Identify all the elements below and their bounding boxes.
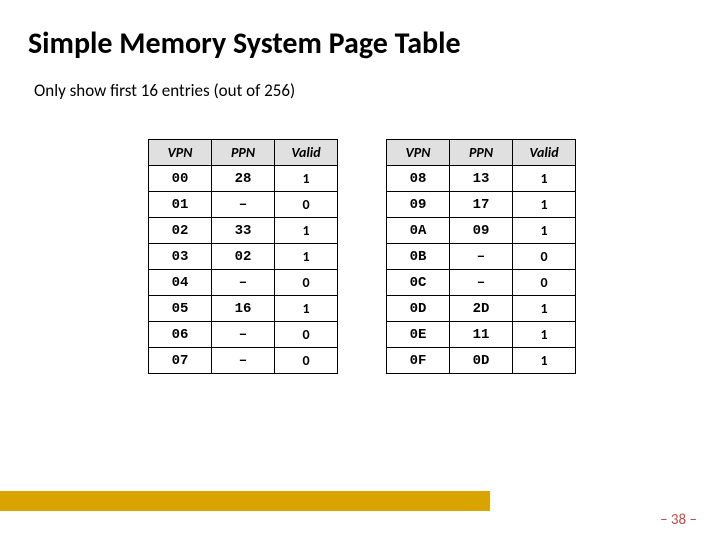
cell-valid: 0 <box>513 270 576 296</box>
table-row: 00 28 1 <box>149 166 338 192</box>
col-valid: Valid <box>513 140 576 166</box>
cell-valid: 1 <box>513 348 576 374</box>
table-row: 02 33 1 <box>149 218 338 244</box>
cell-vpn: 0B <box>387 244 450 270</box>
cell-ppn: 28 <box>212 166 275 192</box>
table-row: 0E 11 1 <box>387 322 576 348</box>
cell-ppn: – <box>212 270 275 296</box>
cell-ppn: 33 <box>212 218 275 244</box>
cell-vpn: 0A <box>387 218 450 244</box>
cell-valid: 1 <box>513 322 576 348</box>
cell-vpn: 01 <box>149 192 212 218</box>
table-header-row: VPN PPN Valid <box>149 140 338 166</box>
table-row: 09 17 1 <box>387 192 576 218</box>
cell-vpn: 09 <box>387 192 450 218</box>
cell-ppn: – <box>212 348 275 374</box>
cell-vpn: 0E <box>387 322 450 348</box>
cell-valid: 1 <box>275 296 338 322</box>
cell-valid: 0 <box>275 322 338 348</box>
col-ppn: PPN <box>450 140 513 166</box>
cell-vpn: 05 <box>149 296 212 322</box>
page-title: Simple Memory System Page Table <box>0 0 719 62</box>
cell-ppn: – <box>212 192 275 218</box>
cell-valid: 0 <box>275 348 338 374</box>
cell-ppn: 16 <box>212 296 275 322</box>
cell-ppn: – <box>212 322 275 348</box>
cell-valid: 0 <box>513 244 576 270</box>
cell-ppn: 11 <box>450 322 513 348</box>
page-subtitle: Only show first 16 entries (out of 256) <box>0 62 719 101</box>
cell-valid: 1 <box>513 192 576 218</box>
cell-vpn: 03 <box>149 244 212 270</box>
table-header-row: VPN PPN Valid <box>387 140 576 166</box>
table-row: 08 13 1 <box>387 166 576 192</box>
table-row: 06 – 0 <box>149 322 338 348</box>
cell-vpn: 0D <box>387 296 450 322</box>
cell-valid: 0 <box>275 192 338 218</box>
cell-ppn: 2D <box>450 296 513 322</box>
cell-vpn: 02 <box>149 218 212 244</box>
cell-vpn: 08 <box>387 166 450 192</box>
tables-container: VPN PPN Valid 00 28 1 01 – 0 02 33 1 0 <box>0 101 719 374</box>
col-valid: Valid <box>275 140 338 166</box>
cell-ppn: – <box>450 244 513 270</box>
page-table-right: VPN PPN Valid 08 13 1 09 17 1 0A 09 1 <box>386 139 576 374</box>
cell-vpn: 06 <box>149 322 212 348</box>
cell-ppn: – <box>450 270 513 296</box>
cell-vpn: 0F <box>387 348 450 374</box>
footer-accent-bar <box>0 491 490 511</box>
cell-valid: 0 <box>275 270 338 296</box>
table-row: 04 – 0 <box>149 270 338 296</box>
table-row: 0D 2D 1 <box>387 296 576 322</box>
cell-ppn: 17 <box>450 192 513 218</box>
page-number: – 38 – <box>660 511 697 529</box>
cell-valid: 1 <box>275 166 338 192</box>
cell-valid: 1 <box>513 296 576 322</box>
cell-ppn: 0D <box>450 348 513 374</box>
cell-valid: 1 <box>275 244 338 270</box>
table-row: 03 02 1 <box>149 244 338 270</box>
cell-valid: 1 <box>513 166 576 192</box>
cell-valid: 1 <box>513 218 576 244</box>
table-row: 0C – 0 <box>387 270 576 296</box>
table-row: 05 16 1 <box>149 296 338 322</box>
table-row: 01 – 0 <box>149 192 338 218</box>
table-row: 0F 0D 1 <box>387 348 576 374</box>
cell-ppn: 02 <box>212 244 275 270</box>
cell-ppn: 13 <box>450 166 513 192</box>
col-vpn: VPN <box>387 140 450 166</box>
table-row: 07 – 0 <box>149 348 338 374</box>
page-table-left: VPN PPN Valid 00 28 1 01 – 0 02 33 1 0 <box>148 139 338 374</box>
cell-ppn: 09 <box>450 218 513 244</box>
col-vpn: VPN <box>149 140 212 166</box>
cell-vpn: 0C <box>387 270 450 296</box>
cell-valid: 1 <box>275 218 338 244</box>
cell-vpn: 07 <box>149 348 212 374</box>
table-row: 0A 09 1 <box>387 218 576 244</box>
cell-vpn: 00 <box>149 166 212 192</box>
table-row: 0B – 0 <box>387 244 576 270</box>
col-ppn: PPN <box>212 140 275 166</box>
cell-vpn: 04 <box>149 270 212 296</box>
